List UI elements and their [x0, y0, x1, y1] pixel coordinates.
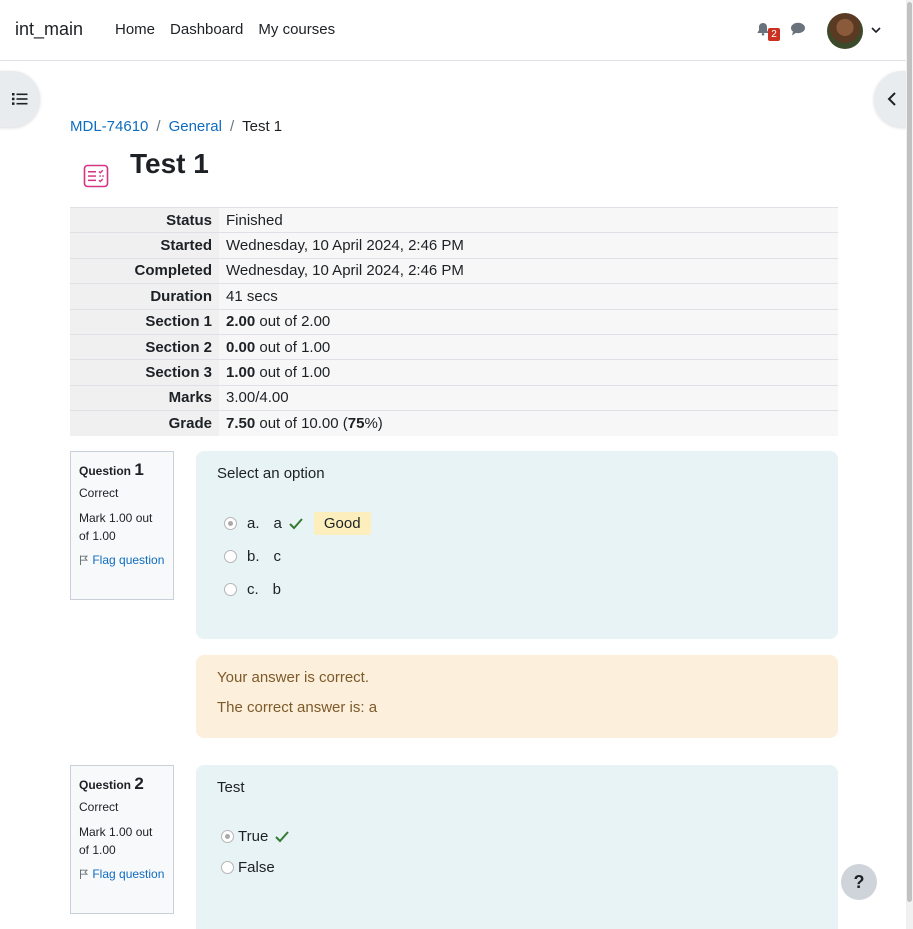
summary-row-grade: Grade 7.50 out of 10.00 (75%) [70, 410, 838, 437]
breadcrumb: MDL-74610 / General / Test 1 [70, 118, 283, 135]
radio-button[interactable] [221, 830, 234, 843]
question-number: Question 2 [79, 774, 144, 793]
nav-dashboard[interactable]: Dashboard [170, 21, 243, 38]
notification-count-badge: 2 [768, 28, 780, 41]
site-name[interactable]: int_main [15, 19, 83, 40]
feedback-correct: Your answer is correct. [217, 669, 370, 686]
radio-button[interactable] [224, 517, 237, 530]
question-state: Correct [79, 486, 119, 500]
answer-option-true[interactable]: True [221, 828, 290, 845]
answer-option-false[interactable]: False [221, 859, 275, 876]
question-1-content: Select an option a. a Good b. c c. b [196, 451, 838, 639]
chevron-left-icon [887, 92, 896, 106]
radio-button[interactable] [224, 583, 237, 596]
check-icon [275, 830, 290, 842]
answer-option-a[interactable]: a. a Good [224, 512, 371, 535]
radio-button[interactable] [224, 550, 237, 563]
question-mark: Mark 1.00 out of 1.00 [79, 825, 153, 857]
summary-row-section-1: Section 1 2.00 out of 2.00 [70, 308, 838, 335]
user-avatar[interactable] [827, 13, 863, 49]
page-scrollbar[interactable] [906, 0, 913, 929]
nav-home[interactable]: Home [115, 21, 155, 38]
course-index-toggle[interactable] [0, 71, 40, 127]
answer-option-c[interactable]: c. b [224, 581, 281, 598]
answer-feedback: Good [313, 512, 371, 535]
breadcrumb-section[interactable]: General [169, 118, 222, 135]
question-prompt: Select an option [217, 465, 325, 482]
flag-icon [80, 869, 89, 879]
question-2-info: Question 2 Correct Mark 1.00 out of 1.00… [70, 765, 174, 914]
help-button[interactable]: ? [841, 864, 877, 900]
breadcrumb-course[interactable]: MDL-74610 [70, 118, 148, 135]
question-1-feedback: Your answer is correct. The correct answ… [196, 655, 838, 738]
summary-row-section-3: Section 3 1.00 out of 1.00 [70, 359, 838, 386]
breadcrumb-current: Test 1 [242, 118, 283, 135]
list-icon [12, 93, 28, 105]
summary-row-status: Status Finished [70, 206, 838, 233]
summary-row-marks: Marks 3.00/4.00 [70, 384, 838, 411]
question-number: Question 1 [79, 460, 144, 479]
summary-row-duration: Duration 41 secs [70, 283, 838, 310]
question-1-info: Question 1 Correct Mark 1.00 out of 1.00… [70, 451, 174, 600]
feedback-right-answer: The correct answer is: a [217, 699, 378, 716]
chevron-down-icon[interactable] [870, 24, 882, 36]
nav-my-courses[interactable]: My courses [258, 21, 335, 38]
messages-icon[interactable] [790, 22, 806, 36]
quiz-icon [83, 164, 109, 188]
question-prompt: Test [217, 779, 245, 796]
question-state: Correct [79, 800, 119, 814]
summary-row-section-2: Section 2 0.00 out of 1.00 [70, 333, 838, 360]
page-title: Test 1 [130, 148, 209, 179]
navbar: int_main Home Dashboard My courses 2 [0, 0, 913, 61]
flag-question-link[interactable]: Flag question [79, 551, 165, 569]
attempt-summary-table: Status Finished Started Wednesday, 10 Apri… [70, 206, 838, 437]
summary-row-completed: Completed Wednesday, 10 April 2024, 2:46 … [70, 257, 838, 284]
summary-row-started: Started Wednesday, 10 April 2024, 2:46 PM [70, 232, 838, 259]
flag-question-link[interactable]: Flag question [79, 865, 165, 883]
check-icon [289, 517, 303, 529]
primary-nav: Home Dashboard My courses [115, 21, 335, 38]
radio-button[interactable] [221, 861, 234, 874]
question-2-content: Test True False [196, 765, 838, 929]
flag-icon [80, 555, 89, 565]
answer-option-b[interactable]: b. c [224, 548, 281, 565]
question-mark: Mark 1.00 out of 1.00 [79, 511, 153, 543]
